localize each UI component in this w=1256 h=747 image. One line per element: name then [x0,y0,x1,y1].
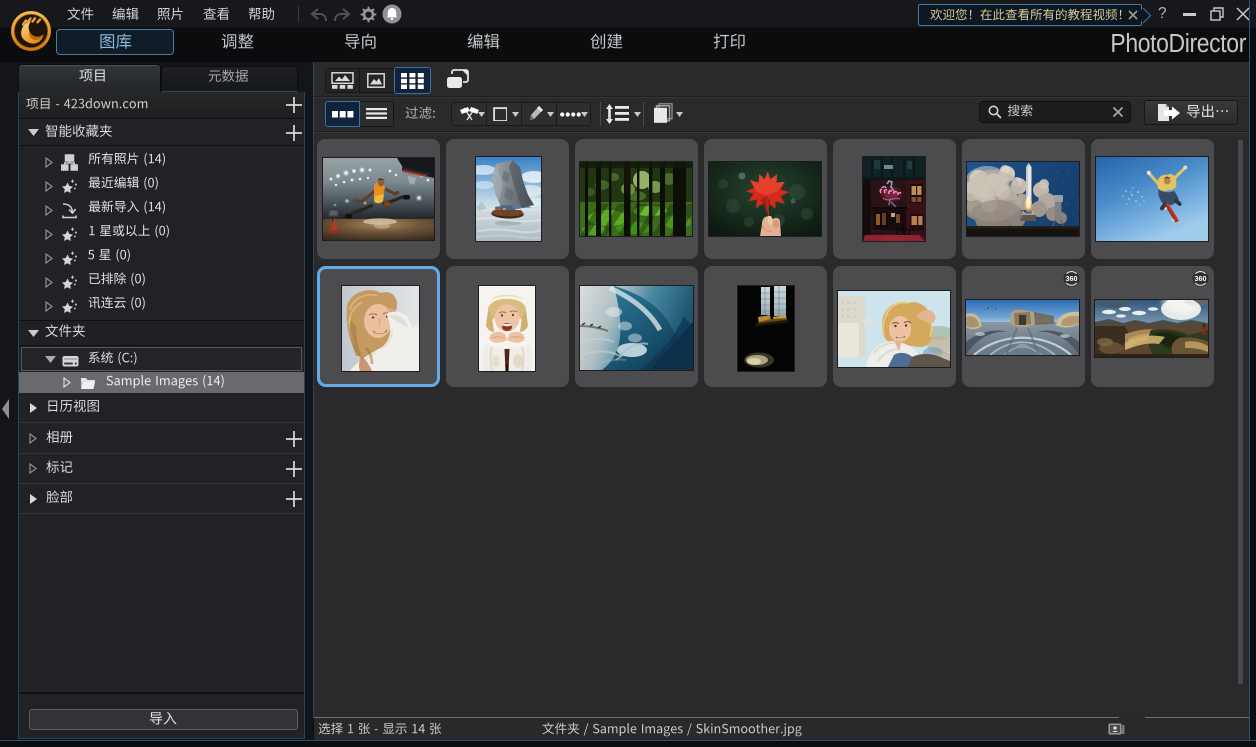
svg-text:360: 360 [1066,274,1078,283]
svg-text:360: 360 [1195,274,1207,283]
